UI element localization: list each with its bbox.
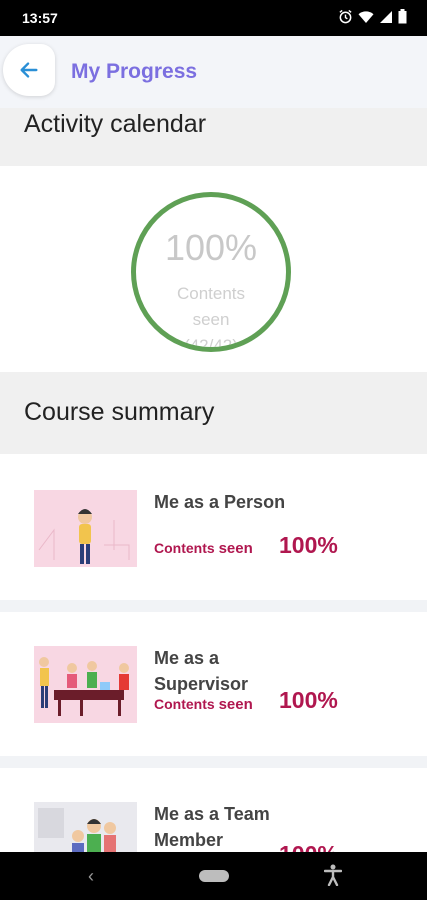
course-percent: 100% xyxy=(279,532,338,558)
course-title-line1: Me as a Team xyxy=(154,804,270,824)
progress-label-line3: (42/42) xyxy=(184,336,238,352)
progress-area: 100% Contents seen (42/42) xyxy=(0,166,427,372)
wifi-icon xyxy=(358,10,374,23)
nav-home-pill[interactable] xyxy=(199,870,229,882)
system-nav-bar: ‹ xyxy=(0,852,427,900)
progress-label-line1: Contents xyxy=(176,284,246,303)
card-divider xyxy=(0,756,427,768)
card-divider xyxy=(0,600,427,612)
seen-word: seen xyxy=(218,696,253,713)
app-header: My Progress xyxy=(0,36,427,108)
signal-icon xyxy=(380,10,392,23)
course-thumbnail xyxy=(34,802,137,852)
course-card[interactable]: Me as a Team Member 100% xyxy=(0,768,427,852)
course-percent: 100% xyxy=(279,841,338,852)
course-percent: 100% xyxy=(279,687,338,713)
seen-word: seen xyxy=(218,540,253,557)
course-title-line1: Me as a xyxy=(154,648,220,668)
contents-word: Contents xyxy=(154,696,215,712)
status-time: 13:57 xyxy=(22,10,58,26)
progress-label-line2: seen xyxy=(192,310,230,329)
course-summary-header: Course summary xyxy=(0,372,427,454)
course-summary-title: Course summary xyxy=(24,398,215,426)
status-bar: 13:57 xyxy=(0,0,427,36)
page-title: My Progress xyxy=(71,60,198,83)
course-thumbnail xyxy=(34,490,137,567)
progress-percent: 100% xyxy=(164,227,258,268)
status-icons xyxy=(338,9,407,24)
course-card[interactable]: Me as a Person Contents seen 100% xyxy=(0,456,427,600)
contents-word: Contents xyxy=(154,540,215,556)
course-title-line1: Me as a Person xyxy=(154,492,286,512)
office-illustration-icon xyxy=(34,646,137,723)
nav-back-icon[interactable]: ‹ xyxy=(88,866,94,887)
alarm-icon xyxy=(339,9,352,24)
person-illustration-icon xyxy=(34,490,137,567)
contents-seen-label: Contents seen xyxy=(154,540,253,557)
arrow-left-icon xyxy=(20,62,38,78)
battery-icon xyxy=(398,9,407,24)
activity-calendar-title: Activity calendar xyxy=(24,110,207,138)
course-title: Me as a Person xyxy=(154,489,304,515)
course-card[interactable]: Me as a Supervisor Contents seen 100% xyxy=(0,612,427,756)
back-button[interactable] xyxy=(3,44,55,96)
progress-label: Contents seen (42/42) xyxy=(136,281,286,352)
activity-calendar-header: Activity calendar xyxy=(0,108,427,166)
contents-seen-label: Contents seen xyxy=(154,696,253,713)
accessibility-icon[interactable] xyxy=(324,864,342,886)
team-illustration-icon xyxy=(34,802,137,852)
progress-ring: 100% Contents seen (42/42) xyxy=(131,192,291,352)
course-thumbnail xyxy=(34,646,137,723)
